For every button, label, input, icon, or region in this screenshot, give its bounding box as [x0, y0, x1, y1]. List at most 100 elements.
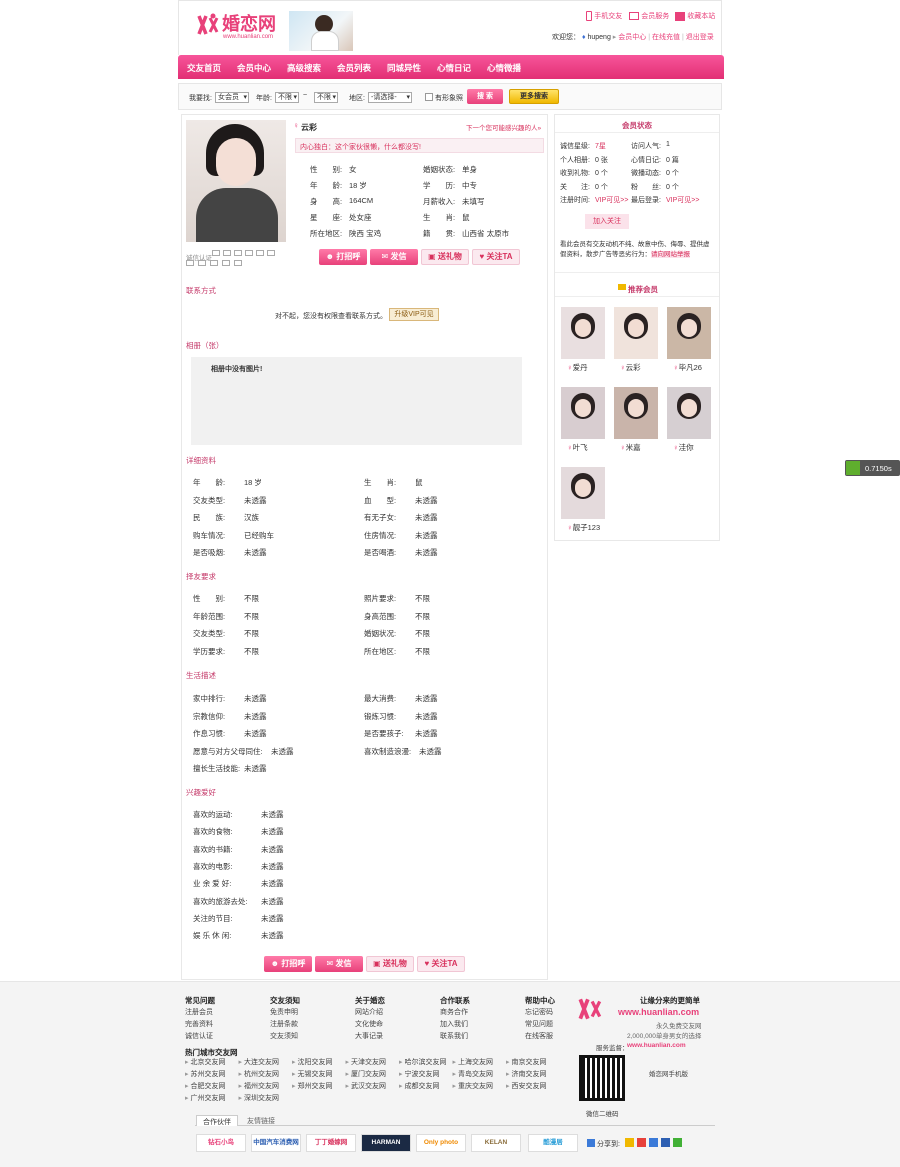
footer-link[interactable]: 注册会员: [185, 1007, 213, 1017]
gender-select[interactable]: 女会员: [215, 92, 249, 103]
recommend-member-photo[interactable]: [667, 387, 711, 439]
mobile-version-link[interactable]: 婚恋网手机版: [649, 1068, 688, 1078]
footer-link[interactable]: 大事记录: [355, 1031, 383, 1041]
message-button[interactable]: ✉ 发信: [370, 249, 418, 265]
city-link[interactable]: ▸ 天津交友网: [346, 1057, 386, 1067]
city-link[interactable]: ▸ 厦门交友网: [346, 1069, 386, 1079]
city-link[interactable]: ▸ 无锡交友网: [292, 1069, 332, 1079]
follow-button[interactable]: ♥ 关注TA: [472, 249, 520, 265]
footer-link[interactable]: 注册条款: [270, 1019, 298, 1029]
footer-site-url[interactable]: www.huanlian.com: [618, 1007, 699, 1017]
nav-item-home[interactable]: 交友首页: [187, 62, 221, 74]
city-link[interactable]: ▸ 苏州交友网: [185, 1069, 225, 1079]
share-weibo-icon[interactable]: [637, 1138, 646, 1147]
recommend-member-name[interactable]: ♀洼你: [673, 442, 694, 453]
greet-button-bottom[interactable]: ☻ 打招呼: [264, 956, 312, 972]
recommend-member-photo[interactable]: [561, 467, 605, 519]
city-link[interactable]: ▸ 合肥交友网: [185, 1081, 225, 1091]
more-search-button[interactable]: 更多搜索: [509, 89, 559, 104]
footer-link[interactable]: 文化使命: [355, 1019, 383, 1029]
follow-button-bottom[interactable]: ♥ 关注TA: [417, 956, 465, 972]
tab-links[interactable]: 友情链接: [247, 1116, 275, 1126]
footer-link[interactable]: 在线客服: [525, 1031, 553, 1041]
city-link[interactable]: ▸ 郑州交友网: [292, 1081, 332, 1091]
recommend-member-photo[interactable]: [614, 387, 658, 439]
link-recharge[interactable]: 在线充值: [652, 34, 680, 41]
nav-item-advanced-search[interactable]: 高级搜索: [287, 62, 321, 74]
recommend-member-name[interactable]: ♀毕凡26: [673, 362, 702, 373]
city-link[interactable]: ▸ 济南交友网: [506, 1069, 546, 1079]
nav-item-diary[interactable]: 心情日记: [437, 62, 471, 74]
recommend-member-name[interactable]: ♀云彩: [620, 362, 641, 373]
partner-logo[interactable]: 钻石小鸟: [196, 1134, 246, 1152]
city-link[interactable]: ▸ 南京交友网: [506, 1057, 546, 1067]
next-profile-link[interactable]: 下一个您可能感兴趣的人»: [466, 122, 541, 132]
city-link[interactable]: ▸ 沈阳交友网: [292, 1057, 332, 1067]
city-link[interactable]: ▸ 西安交友网: [506, 1081, 546, 1091]
city-link[interactable]: ▸ 哈尔滨交友网: [399, 1057, 446, 1067]
nav-item-member-center[interactable]: 会员中心: [237, 62, 271, 74]
add-follow-button[interactable]: 加入关注: [585, 214, 629, 229]
footer-link[interactable]: 商务合作: [440, 1007, 468, 1017]
partner-logo[interactable]: 酷漫居: [528, 1134, 578, 1152]
nav-item-member-list[interactable]: 会员列表: [337, 62, 371, 74]
nav-item-weibo[interactable]: 心情微播: [487, 62, 521, 74]
footer-link[interactable]: 完善资料: [185, 1019, 213, 1029]
partner-logo[interactable]: KELAN: [471, 1134, 521, 1152]
footer-link[interactable]: 加入我们: [440, 1019, 468, 1029]
recommend-member-photo[interactable]: [614, 307, 658, 359]
city-link[interactable]: ▸ 成都交友网: [399, 1081, 439, 1091]
recommend-member-photo[interactable]: [561, 307, 605, 359]
footer-link[interactable]: 诚信认证: [185, 1031, 213, 1041]
partner-logo[interactable]: 丁丁婚嫁网: [306, 1134, 356, 1152]
report-link[interactable]: 请向网站举报: [651, 251, 690, 258]
city-link[interactable]: ▸ 青岛交友网: [453, 1069, 493, 1079]
footer-link[interactable]: 交友须知: [270, 1031, 298, 1041]
share-qzone-icon[interactable]: [625, 1138, 634, 1147]
share-wechat-icon[interactable]: [673, 1138, 682, 1147]
footer-link[interactable]: 联系我们: [440, 1031, 468, 1041]
age-to-select[interactable]: 不限: [314, 92, 338, 103]
header-link-mobile[interactable]: 手机交友: [586, 11, 622, 21]
age-from-select[interactable]: 不限: [275, 92, 299, 103]
share-tqq-icon[interactable]: [649, 1138, 658, 1147]
city-link[interactable]: ▸ 深圳交友网: [239, 1093, 279, 1103]
site-logo[interactable]: 婚恋网 www.huanlian.com: [195, 10, 285, 44]
greet-button[interactable]: ☻ 打招呼: [319, 249, 367, 265]
link-logout[interactable]: 退出登录: [686, 34, 714, 41]
photo-checkbox[interactable]: [425, 93, 433, 101]
share-renren-icon[interactable]: [661, 1138, 670, 1147]
city-link[interactable]: ▸ 杭州交友网: [239, 1069, 279, 1079]
partner-logo[interactable]: Only photo: [416, 1134, 466, 1152]
partner-logo[interactable]: 中国汽车消费网: [251, 1134, 301, 1152]
footer-link[interactable]: 常见问题: [525, 1019, 553, 1029]
recommend-member-photo[interactable]: [667, 307, 711, 359]
recommend-member-name[interactable]: ♀靓子123: [567, 522, 600, 533]
username[interactable]: hupeng: [587, 34, 610, 41]
footer-link[interactable]: 网站介绍: [355, 1007, 383, 1017]
nav-item-local[interactable]: 同城异性: [387, 62, 421, 74]
last-login-vip[interactable]: VIP可见>>: [666, 195, 699, 205]
footer-link[interactable]: 免责申明: [270, 1007, 298, 1017]
search-button[interactable]: 搜 索: [467, 89, 503, 104]
city-link[interactable]: ▸ 上海交友网: [453, 1057, 493, 1067]
link-member-center[interactable]: 会员中心: [618, 34, 646, 41]
recommend-member-photo[interactable]: [561, 387, 605, 439]
city-link[interactable]: ▸ 武汉交友网: [346, 1081, 386, 1091]
city-link[interactable]: ▸ 重庆交友网: [453, 1081, 493, 1091]
city-link[interactable]: ▸ 大连交友网: [239, 1057, 279, 1067]
footer-link[interactable]: 忘记密码: [525, 1007, 553, 1017]
upgrade-vip-button[interactable]: 升级VIP可见: [389, 308, 439, 321]
header-link-service[interactable]: 会员服务: [629, 11, 669, 21]
recommend-member-name[interactable]: ♀叶飞: [567, 442, 588, 453]
city-link[interactable]: ▸ 宁波交友网: [399, 1069, 439, 1079]
city-link[interactable]: ▸ 福州交友网: [239, 1081, 279, 1091]
recommend-member-name[interactable]: ♀米嘉: [620, 442, 641, 453]
gift-button[interactable]: ▣ 送礼物: [421, 249, 469, 265]
city-link[interactable]: ▸ 北京交友网: [185, 1057, 225, 1067]
header-link-bookmark[interactable]: 收藏本站: [675, 11, 715, 21]
reg-time-vip[interactable]: VIP可见>>: [595, 195, 628, 205]
recommend-member-name[interactable]: ♀爱丹: [567, 362, 588, 373]
profile-photo[interactable]: [186, 120, 286, 242]
partner-logo[interactable]: HARMAN: [361, 1134, 411, 1152]
